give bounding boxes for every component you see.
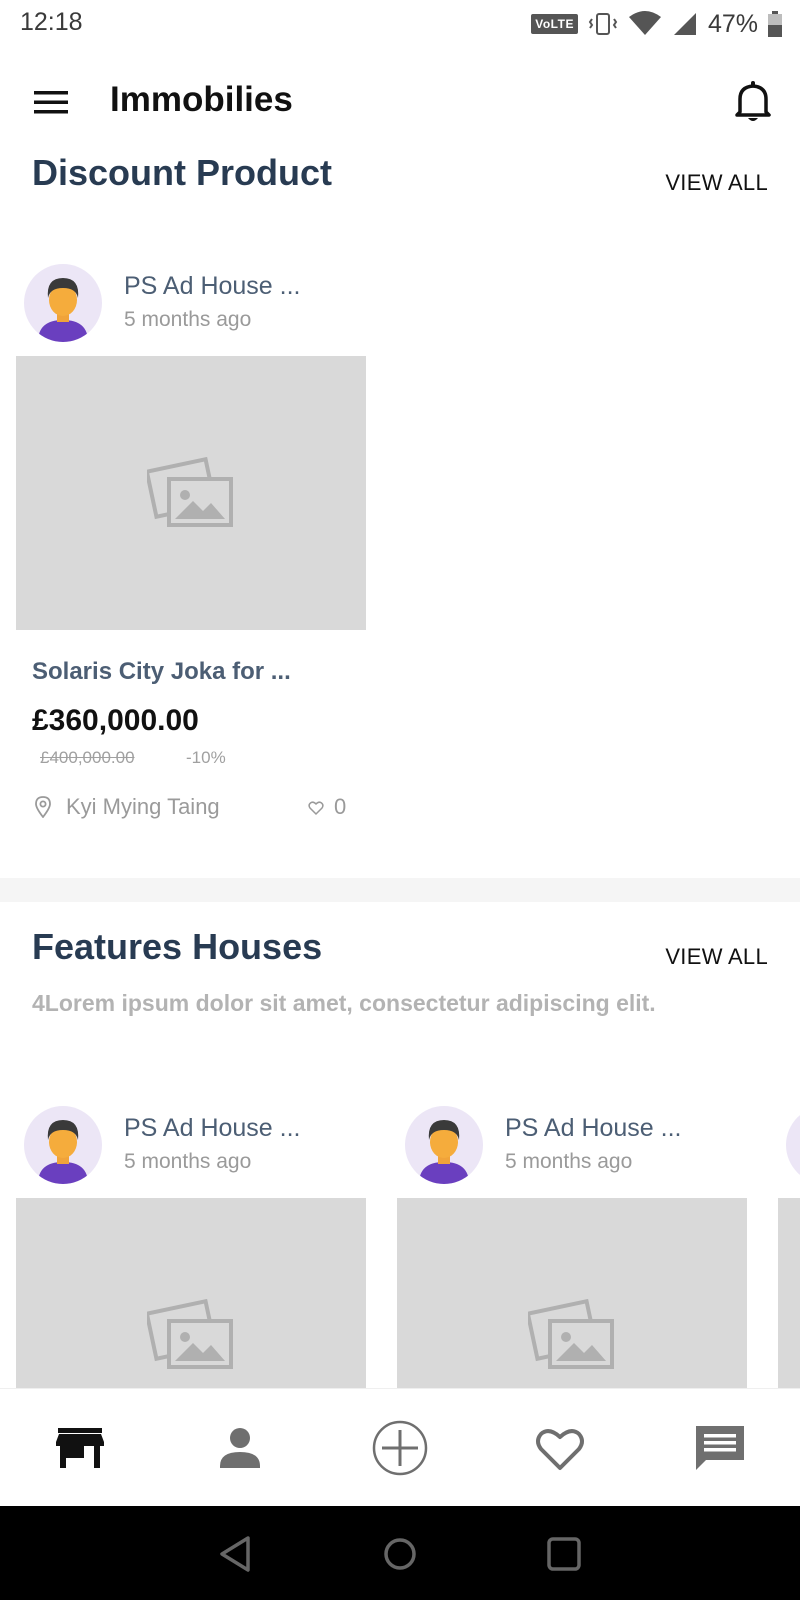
feature-house-card-partial[interactable] <box>778 1106 800 1388</box>
avatar <box>786 1106 800 1184</box>
heart-icon <box>536 1429 584 1470</box>
notification-button[interactable] <box>732 78 774 124</box>
posted-time: 5 months ago <box>124 1150 252 1173</box>
nav-favorites[interactable] <box>480 1389 640 1507</box>
discount-view-all-button[interactable]: VIEW ALL <box>665 170 768 196</box>
features-view-all-button[interactable]: VIEW ALL <box>665 944 768 970</box>
seller-name[interactable]: PS Ad House ... <box>124 1114 301 1143</box>
battery-icon <box>768 11 782 37</box>
person-avatar-icon <box>38 278 88 342</box>
seller-name[interactable]: PS Ad House ... <box>124 272 301 301</box>
volte-badge: VoLTE <box>531 14 578 34</box>
store-icon <box>56 1428 104 1468</box>
wifi-icon <box>628 11 661 35</box>
original-price: £400,000.00 <box>40 748 135 767</box>
status-time: 12:18 <box>20 8 83 36</box>
avatar <box>24 1106 102 1184</box>
nav-messages[interactable] <box>640 1389 800 1507</box>
image-placeholder-icon <box>528 1299 614 1369</box>
signal-icon <box>673 13 696 35</box>
discount-section-title: Discount Product <box>32 152 333 193</box>
person-avatar-icon <box>419 1120 469 1184</box>
bell-icon <box>735 81 771 121</box>
nav-add-listing[interactable] <box>320 1389 480 1507</box>
avatar <box>24 264 102 342</box>
product-price: £360,000.00 <box>32 704 199 737</box>
nav-store[interactable] <box>0 1389 160 1507</box>
seller-info: PS Ad House ... 5 months ago <box>24 264 354 344</box>
image-placeholder-icon <box>147 457 233 527</box>
section-divider <box>0 878 800 902</box>
add-circle-icon <box>372 1420 428 1476</box>
recents-icon[interactable] <box>540 1530 588 1578</box>
menu-icon <box>34 91 68 114</box>
avatar <box>405 1106 483 1184</box>
product-location: Kyi Mying Taing <box>66 794 220 819</box>
favorite-count: 0 <box>334 794 347 819</box>
features-section-title: Features Houses <box>32 926 323 967</box>
menu-button[interactable] <box>30 82 72 122</box>
bottom-navigation <box>0 1388 800 1506</box>
chat-icon <box>696 1426 744 1470</box>
status-bar: 12:18 VoLTE 47% <box>0 0 800 48</box>
back-icon[interactable] <box>212 1530 260 1578</box>
image-placeholder-icon <box>147 1299 233 1369</box>
nav-profile[interactable] <box>160 1389 320 1507</box>
product-title[interactable]: Solaris City Joka for ... <box>32 658 291 686</box>
app-bar: Immobilies <box>0 48 800 156</box>
location-pin-icon <box>35 796 51 818</box>
person-icon <box>220 1428 260 1468</box>
status-icons: VoLTE 47% <box>531 8 782 40</box>
house-image-placeholder <box>778 1198 800 1388</box>
seller-info: PS Ad House ... 5 months ago <box>405 1106 735 1186</box>
system-navigation-bar <box>0 1506 800 1600</box>
discount-percent: -10% <box>186 748 226 767</box>
seller-name[interactable]: PS Ad House ... <box>505 1114 682 1143</box>
battery-percent: 47% <box>707 9 758 38</box>
posted-time: 5 months ago <box>505 1150 633 1173</box>
seller-info: PS Ad House ... 5 months ago <box>24 1106 354 1186</box>
home-icon[interactable] <box>376 1530 424 1578</box>
product-image-placeholder[interactable] <box>16 356 366 630</box>
heart-outline-icon[interactable] <box>308 800 324 816</box>
features-section-description: 4Lorem ipsum dolor sit amet, consectetur… <box>32 990 656 1016</box>
posted-time: 5 months ago <box>124 308 252 331</box>
vibrate-icon <box>588 13 618 35</box>
app-title: Immobilies <box>110 80 293 119</box>
person-avatar-icon <box>38 1120 88 1184</box>
